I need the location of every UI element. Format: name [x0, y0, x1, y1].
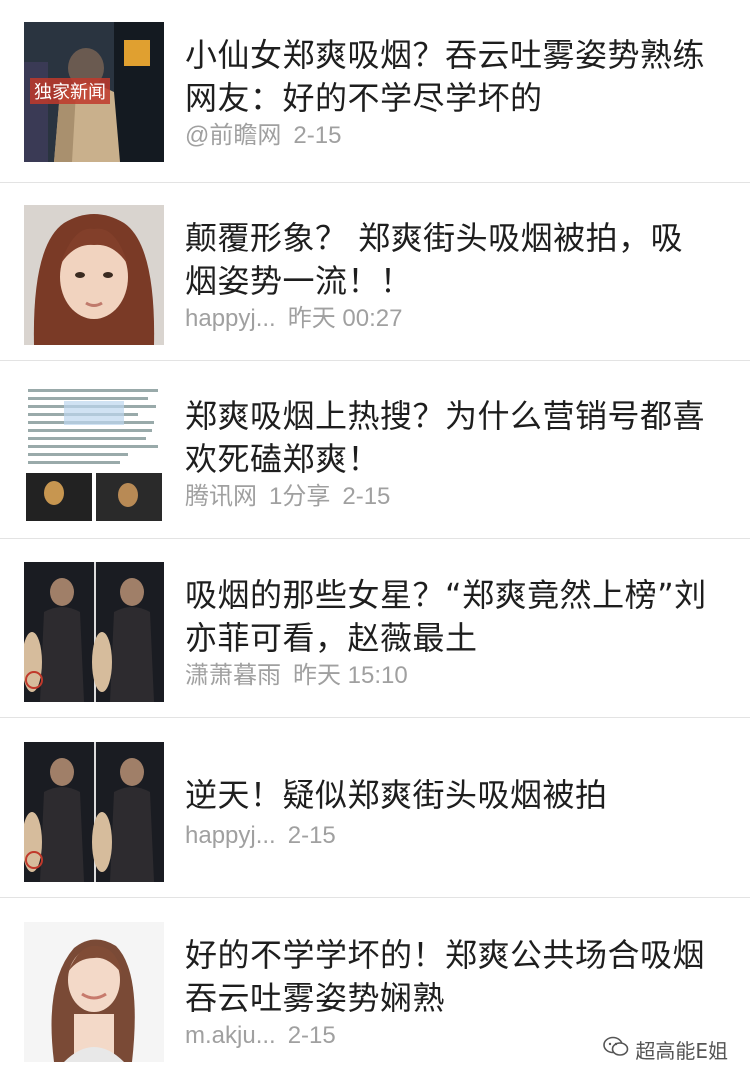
- item-time: 2-15: [293, 122, 342, 149]
- item-time: 2-15: [287, 822, 336, 849]
- item-source: m.akju...: [185, 1022, 276, 1049]
- item-source: happyj...: [185, 305, 276, 332]
- news-video-thumbnail: 独家新闻: [24, 22, 164, 162]
- thumb-overlay-text: 独家新闻: [34, 82, 106, 103]
- item-share: 1分享: [269, 483, 331, 510]
- item-meta: @前瞻网 2-15: [185, 120, 353, 152]
- item-time: 昨天 15:10: [293, 662, 408, 689]
- list-item[interactable]: 独家新闻 小仙女郑爽吸烟？吞云吐雾姿势熟练网友：好的不学尽学坏的 @前瞻网 2-1…: [0, 0, 750, 183]
- wechat-icon: [603, 1036, 629, 1063]
- item-time: 2-15: [287, 1022, 336, 1049]
- item-time: 2-15: [342, 483, 391, 510]
- item-title[interactable]: 吸烟的那些女星？“郑爽竟然上榜”刘亦菲可看，赵薇最土: [185, 574, 715, 660]
- item-source: @前瞻网: [185, 122, 282, 149]
- item-title[interactable]: 颠覆形象？ 郑爽街头吸烟被拍，吸烟姿势一流！！: [185, 217, 715, 303]
- list-item[interactable]: 颠覆形象？ 郑爽街头吸烟被拍，吸烟姿势一流！！ happyj... 昨天 00:2…: [0, 183, 750, 361]
- item-meta: 潇萧暮雨 昨天 15:10: [185, 660, 420, 692]
- item-time: 昨天 00:27: [287, 305, 403, 332]
- item-source: happyj...: [185, 822, 276, 849]
- item-title[interactable]: 好的不学学坏的！郑爽公共场合吸烟吞云吐雾姿势娴熟: [185, 934, 715, 1020]
- item-source: 潇萧暮雨: [185, 662, 281, 689]
- wechat-watermark: 超高能E姐: [603, 1034, 728, 1064]
- list-item[interactable]: 郑爽吸烟上热搜？为什么营销号都喜欢死磕郑爽！ 腾讯网 1分享 2-15: [0, 361, 750, 539]
- item-title[interactable]: 小仙女郑爽吸烟？吞云吐雾姿势熟练网友：好的不学尽学坏的: [185, 34, 715, 120]
- item-meta: happyj... 2-15: [185, 820, 348, 852]
- portrait-thumbnail: [24, 922, 164, 1062]
- list-item[interactable]: 逆天！疑似郑爽街头吸烟被拍 happyj... 2-15: [0, 720, 750, 898]
- portrait-thumbnail: [24, 205, 164, 345]
- item-source: 腾讯网: [185, 483, 257, 510]
- street-photo-thumbnail: [24, 562, 164, 702]
- item-meta: happyj... 昨天 00:27: [185, 303, 414, 335]
- news-feed: 独家新闻 小仙女郑爽吸烟？吞云吐雾姿势熟练网友：好的不学尽学坏的 @前瞻网 2-1…: [0, 0, 750, 1086]
- item-title[interactable]: 郑爽吸烟上热搜？为什么营销号都喜欢死磕郑爽！: [185, 395, 715, 481]
- item-meta: m.akju... 2-15: [185, 1020, 348, 1052]
- street-photo-thumbnail: [24, 742, 164, 882]
- item-meta: 腾讯网 1分享 2-15: [185, 481, 402, 513]
- screenshot-collage-thumbnail: [24, 383, 164, 523]
- item-title[interactable]: 逆天！疑似郑爽街头吸烟被拍: [185, 774, 715, 817]
- list-item[interactable]: 吸烟的那些女星？“郑爽竟然上榜”刘亦菲可看，赵薇最土 潇萧暮雨 昨天 15:10: [0, 540, 750, 718]
- watermark-text: 超高能E姐: [635, 1038, 728, 1063]
